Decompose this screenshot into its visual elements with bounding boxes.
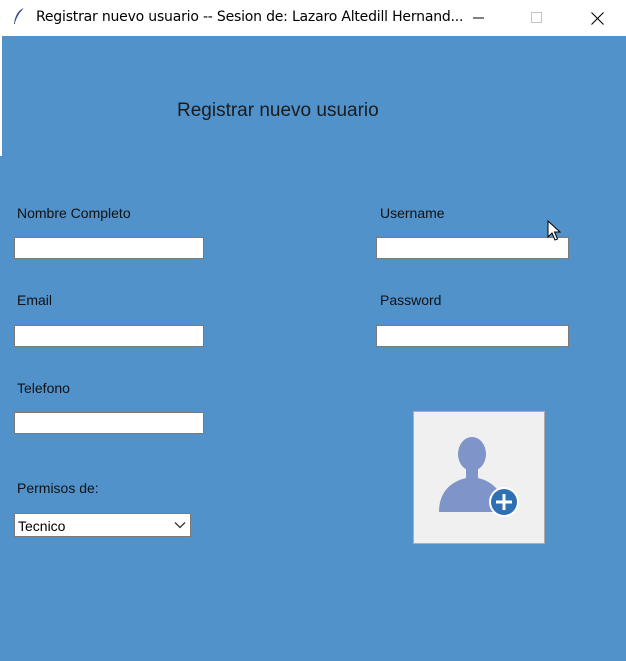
form-window-body (0, 36, 626, 661)
nombre-field[interactable] (14, 237, 204, 259)
window-left-edge (0, 36, 2, 156)
mouse-cursor-icon (547, 220, 561, 241)
username-field[interactable] (376, 237, 569, 259)
username-label: Username (380, 205, 445, 221)
password-field[interactable] (376, 325, 569, 347)
title-bar[interactable]: Registrar nuevo usuario -- Sesion de: La… (0, 0, 626, 36)
minimize-icon (473, 17, 484, 19)
close-button[interactable] (568, 0, 626, 36)
telefono-label: Telefono (17, 380, 70, 396)
user-add-icon (439, 437, 519, 517)
page-title: Registrar nuevo usuario (177, 100, 379, 121)
maximize-button[interactable] (508, 0, 566, 36)
minimize-button[interactable] (450, 0, 508, 36)
permisos-selected-value: Tecnico (18, 518, 66, 534)
window-title: Registrar nuevo usuario -- Sesion de: La… (36, 9, 464, 25)
email-label: Email (17, 292, 53, 308)
telefono-field[interactable] (14, 412, 204, 434)
maximize-icon (531, 12, 542, 23)
nombre-label: Nombre Completo (17, 205, 131, 221)
permisos-select[interactable]: Tecnico (14, 513, 191, 537)
add-user-button[interactable] (413, 411, 545, 544)
password-label: Password (380, 292, 442, 308)
chevron-down-icon[interactable] (174, 519, 186, 531)
feather-icon (14, 7, 25, 24)
email-field[interactable] (14, 325, 204, 347)
permisos-label: Permisos de: (17, 480, 99, 496)
close-icon (590, 11, 604, 25)
